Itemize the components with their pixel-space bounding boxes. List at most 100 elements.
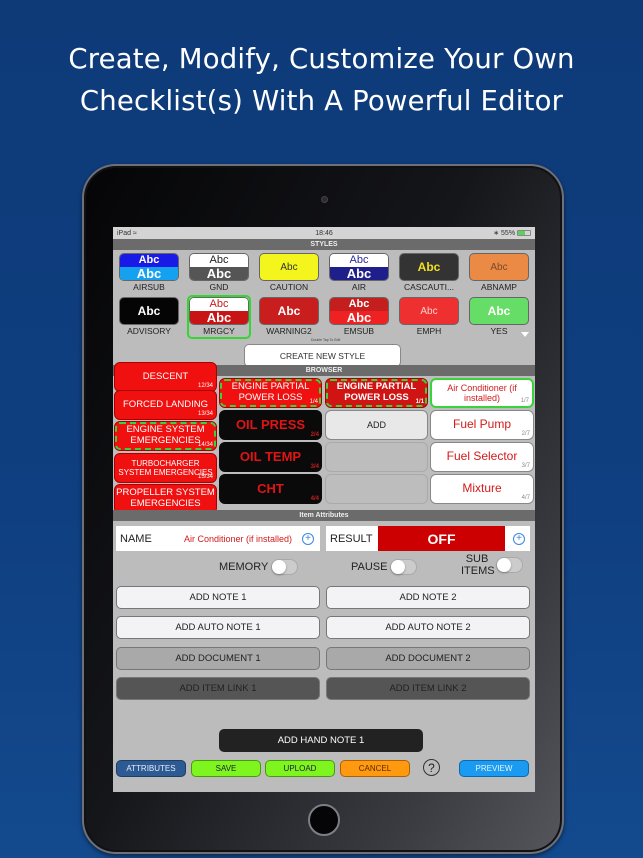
style-swatch[interactable]: Abc bbox=[259, 253, 319, 281]
section-item[interactable]: ENGINE SYSTEM EMERGENCIES 14/34 bbox=[114, 421, 217, 451]
swatch-text: Abc bbox=[490, 261, 508, 273]
attributes-button[interactable]: ATTRIBUTES bbox=[116, 760, 186, 777]
cell-label: PROPELLER SYSTEM EMERGENCIES bbox=[116, 487, 215, 509]
add-item-link-2-button[interactable]: ADD ITEM LINK 2 bbox=[326, 677, 530, 700]
status-bar: iPad ≈ 18:46 ∗ 55% bbox=[113, 227, 535, 239]
style-swatch[interactable]: Abc bbox=[469, 297, 529, 325]
cell-label: ENGINE PARTIAL POWER LOSS bbox=[231, 381, 310, 403]
cell-count: 2/4 bbox=[310, 432, 319, 439]
save-button[interactable]: SAVE bbox=[191, 760, 261, 777]
style-label: CAUTION bbox=[269, 282, 309, 292]
item-entry[interactable]: Mixture 4/7 bbox=[430, 474, 534, 504]
style-swatch[interactable]: Abc bbox=[119, 297, 179, 325]
cell-label: Fuel Selector bbox=[446, 449, 518, 464]
style-swatch[interactable]: Abc bbox=[259, 297, 319, 325]
cell-label: OIL PRESS bbox=[235, 416, 306, 432]
style-air[interactable]: Abc Abc AIR bbox=[329, 253, 389, 297]
browser-panel: DESCENT 12/34 FORCED LANDING 13/34 ENGINE SY… bbox=[113, 362, 535, 514]
add-item-button[interactable]: ADD bbox=[325, 410, 428, 440]
style-swatch[interactable]: Abc bbox=[399, 297, 459, 325]
help-icon[interactable]: ? bbox=[423, 759, 440, 776]
headline: Create, Modify, Customize Your Own Check… bbox=[0, 38, 643, 122]
name-field[interactable]: NAME Air Conditioner (if installed) + bbox=[116, 526, 320, 551]
name-add-icon[interactable]: + bbox=[302, 532, 314, 545]
style-row-1: Abc Abc AIRSUB Abc Abc GND Abc CAUTION Abc Abc AIR… bbox=[115, 253, 535, 297]
add-hand-note-1-button[interactable]: ADD HAND NOTE 1 bbox=[219, 729, 423, 752]
style-caution[interactable]: Abc CAUTION bbox=[259, 253, 319, 297]
swatch-text: Abc bbox=[280, 261, 298, 273]
style-label: AIR bbox=[351, 282, 367, 292]
style-label: WARNING2 bbox=[266, 326, 312, 336]
result-field[interactable]: RESULT OFF + bbox=[326, 526, 530, 551]
style-warning2[interactable]: Abc WARNING2 bbox=[259, 297, 319, 341]
add-document-1-button[interactable]: ADD DOCUMENT 1 bbox=[116, 647, 320, 670]
result-add-icon[interactable]: + bbox=[513, 532, 525, 545]
item-entry[interactable]: Fuel Selector 3/7 bbox=[430, 442, 534, 472]
cell-count: 13/34 bbox=[197, 411, 213, 418]
style-swatch[interactable]: Abc bbox=[399, 253, 459, 281]
subitems-label: SUB ITEMS bbox=[461, 553, 495, 577]
cell-count: 4/4 bbox=[310, 496, 319, 503]
checklist-item[interactable]: CHT 4/4 bbox=[219, 474, 322, 504]
swatch-bottom-text: Abc bbox=[330, 311, 388, 324]
cell-label: DESCENT bbox=[142, 370, 189, 382]
cell-label: Air Conditioner (if installed) bbox=[447, 382, 517, 403]
pause-toggle-group: PAUSE bbox=[351, 559, 418, 575]
swatch-text: Abc bbox=[420, 305, 438, 317]
preview-button[interactable]: PREVIEW bbox=[459, 760, 529, 777]
item-entry[interactable]: Air Conditioner (if installed) 1/7 bbox=[430, 378, 534, 408]
home-button[interactable] bbox=[308, 804, 340, 836]
subchecklist-item[interactable]: ENGINE PARTIAL POWER LOSS 1/1 bbox=[325, 378, 428, 408]
name-value[interactable]: Air Conditioner (if installed) bbox=[174, 534, 302, 544]
add-item-link-1-button[interactable]: ADD ITEM LINK 1 bbox=[116, 677, 320, 700]
item-entry[interactable]: Fuel Pump 2/7 bbox=[430, 410, 534, 440]
style-mrgcy[interactable]: Abc Abc MRGCY bbox=[187, 295, 251, 341]
style-swatch[interactable]: Abc Abc bbox=[329, 297, 389, 325]
styles-title: STYLES bbox=[310, 241, 338, 248]
cell-count: 12/34 bbox=[197, 383, 213, 390]
style-yes[interactable]: Abc YES bbox=[469, 297, 529, 341]
upload-button[interactable]: UPLOAD bbox=[265, 760, 335, 777]
checklist-item[interactable]: ENGINE PARTIAL POWER LOSS 1/4 bbox=[219, 378, 322, 408]
add-note-2-button[interactable]: ADD NOTE 2 bbox=[326, 586, 530, 609]
style-abnamp[interactable]: Abc ABNAMP bbox=[469, 253, 529, 297]
section-item[interactable]: FORCED LANDING 13/34 bbox=[114, 390, 217, 420]
cell-label: OIL TEMP bbox=[239, 448, 302, 464]
result-value[interactable]: OFF bbox=[378, 526, 505, 551]
style-emph[interactable]: Abc EMPH bbox=[399, 297, 459, 341]
style-swatch[interactable]: Abc Abc bbox=[189, 253, 249, 281]
section-item[interactable]: DESCENT 12/34 bbox=[114, 362, 217, 392]
bottom-toolbar: ATTRIBUTES SAVE UPLOAD CANCEL ? PREVIEW bbox=[113, 759, 535, 778]
add-auto-note-1-button[interactable]: ADD AUTO NOTE 1 bbox=[116, 616, 320, 639]
style-cascauti[interactable]: Abc CASCAUTI... bbox=[399, 253, 459, 297]
add-note-1-button[interactable]: ADD NOTE 1 bbox=[116, 586, 320, 609]
add-document-2-button[interactable]: ADD DOCUMENT 2 bbox=[326, 647, 530, 670]
cell-label: Mixture bbox=[462, 481, 502, 496]
cell-label: Fuel Pump bbox=[452, 417, 512, 432]
item-attributes-panel: NAME Air Conditioner (if installed) + RE… bbox=[113, 521, 535, 791]
cell-count: 3/4 bbox=[310, 464, 319, 471]
section-item[interactable]: TURBOCHARGER SYSTEM EMERGENCIES 15/34 bbox=[114, 453, 217, 483]
cancel-button[interactable]: CANCEL bbox=[340, 760, 410, 777]
pause-toggle[interactable] bbox=[390, 559, 418, 575]
bluetooth-icon: ∗ bbox=[493, 230, 500, 237]
style-gnd[interactable]: Abc Abc GND bbox=[189, 253, 249, 297]
style-swatch[interactable]: Abc Abc bbox=[329, 253, 389, 281]
checklist-item[interactable]: OIL PRESS 2/4 bbox=[219, 410, 322, 440]
checklist-item[interactable]: OIL TEMP 3/4 bbox=[219, 442, 322, 472]
style-advisory[interactable]: Abc ADVISORY bbox=[119, 297, 179, 341]
scroll-down-icon[interactable] bbox=[521, 332, 529, 337]
create-new-style-button[interactable]: CREATE NEW STYLE bbox=[244, 344, 401, 367]
style-emsub[interactable]: Abc Abc EMSUB bbox=[329, 297, 389, 341]
style-swatch[interactable]: Abc Abc bbox=[119, 253, 179, 281]
status-right: ∗ 55% bbox=[493, 229, 531, 237]
subitems-toggle[interactable] bbox=[496, 557, 523, 573]
style-swatch[interactable]: Abc bbox=[469, 253, 529, 281]
cell-count: 15/34 bbox=[197, 474, 213, 481]
memory-toggle[interactable] bbox=[271, 559, 299, 575]
swatch-bottom-text: Abc bbox=[120, 267, 178, 280]
add-auto-note-2-button[interactable]: ADD AUTO NOTE 2 bbox=[326, 616, 530, 639]
style-label: ABNAMP bbox=[481, 282, 517, 292]
style-airsub[interactable]: Abc Abc AIRSUB bbox=[119, 253, 179, 297]
style-label: ADVISORY bbox=[127, 326, 171, 336]
